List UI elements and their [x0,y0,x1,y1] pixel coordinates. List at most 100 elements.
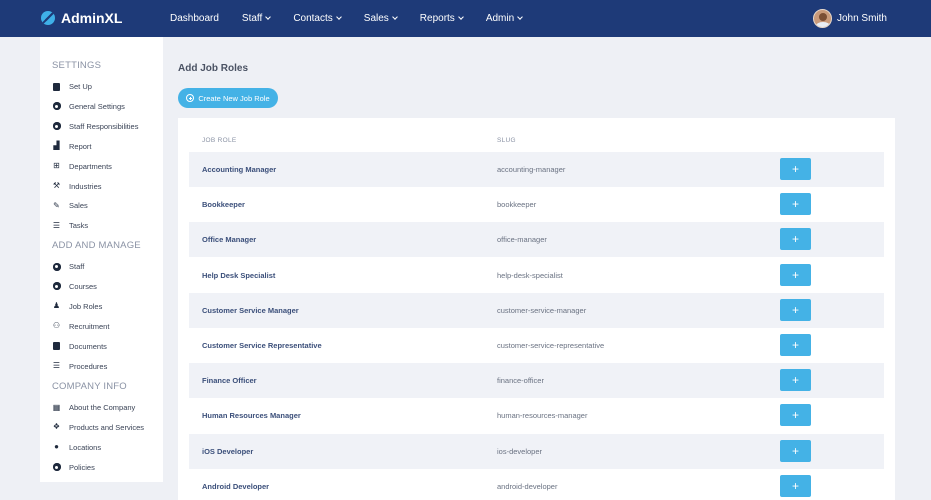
sidebar-item-set-up[interactable]: Set Up [52,82,92,91]
sidebar-item-tasks[interactable]: ☰ Tasks [52,221,88,230]
nav-item-label: Reports [419,13,455,24]
create-job-role-button[interactable]: Create New Job Role [178,88,278,108]
building-icon: ▦ [52,402,61,412]
chevron-down-icon [391,14,398,20]
sidebar-item-staff[interactable]: Staff [52,262,84,271]
slug-cell: human-resources-manager [497,411,588,421]
sidebar-item-label: General Settings [69,101,125,111]
header-slug: SLUG [497,137,516,144]
chevron-down-icon [265,14,272,20]
slug-cell: customer-service-manager [497,305,587,315]
job-role-cell: Office Manager [202,235,257,245]
sidebar-item-courses[interactable]: Courses [52,282,97,291]
user-tie-icon: ♟ [52,301,61,311]
job-role-cell: Finance Officer [202,376,257,386]
table-row: Accounting Manager accounting-manager + [189,152,884,187]
sidebar: SETTINGS Set Up General Settings Staff Resp… [40,37,163,482]
sidebar-section-title: SETTINGS [52,60,102,71]
sidebar-item-products-and-services[interactable]: ❖ Products and Services [52,423,144,432]
sidebar-item-label: Job Roles [69,301,103,311]
nav-item-0[interactable]: Dashboard [170,13,219,24]
nav-item-label: Dashboard [170,13,219,24]
door-icon [52,82,61,91]
gear-icon [52,463,61,472]
sidebar-item-documents[interactable]: Documents [52,342,107,351]
add-button[interactable]: + [780,474,811,497]
boxes-icon: ❖ [52,422,61,432]
nav-item-label: Admin [485,13,515,24]
page-title: Add Job Roles [178,63,249,74]
sidebar-item-label: Recruitment [69,321,110,331]
sidebar-item-departments[interactable]: ⊞ Departments [52,162,112,171]
nav-item-3[interactable]: Sales [363,13,398,24]
table-row: Help Desk Specialist help-desk-specialist… [189,258,884,293]
add-button[interactable]: + [780,439,811,462]
bar-chart-icon: ▟ [53,141,60,151]
add-button[interactable]: + [780,263,811,286]
job-role-cell: Customer Service Manager [202,305,299,315]
main-nav: Dashboard Staff Contacts Sales Reports Admin [170,0,545,37]
slug-cell: bookkeeper [497,200,537,210]
gear-icon [52,282,61,291]
add-button[interactable]: + [780,404,811,427]
brand-logo[interactable]: AdminXL [41,10,122,26]
nav-item-label: Sales [363,13,389,24]
add-button[interactable]: + [780,334,811,356]
nav-item-5[interactable]: Admin [485,13,524,24]
sidebar-item-job-roles[interactable]: ♟ Job Roles [52,302,102,311]
slug-cell: ios-developer [497,446,543,456]
sidebar-item-industries[interactable]: ⚒ Industries [52,182,102,191]
sidebar-item-policies[interactable]: Policies [52,463,95,472]
sidebar-item-label: About the Company [69,403,136,412]
brand-icon [41,11,55,25]
job-role-cell: Help Desk Specialist [202,270,276,280]
sidebar-item-procedures[interactable]: ☰ Procedures [52,362,107,371]
list-icon: ☰ [52,220,61,230]
job-role-cell: Accounting Manager [202,165,277,174]
table-row: Human Resources Manager human-resources-m… [189,398,884,433]
slug-cell: customer-service-representative [497,341,605,350]
sidebar-item-label: Set Up [69,82,92,91]
industry-icon: ⚒ [52,181,61,190]
sidebar-item-report[interactable]: ▟ Report [52,141,91,151]
nav-item-label: Staff [241,13,263,24]
add-button[interactable]: + [780,369,811,392]
chevron-down-icon [517,14,524,20]
sidebar-item-locations[interactable]: ● Locations [52,443,101,452]
add-button[interactable]: + [780,193,811,216]
brand-name: AdminXL [61,10,123,26]
sidebar-item-sales[interactable]: ✎ Sales [52,201,88,210]
sidebar-item-staff-responsibilities[interactable]: Staff Responsibilities [52,122,138,131]
sidebar-item-recruitment[interactable]: ⚇ Recruitment [52,321,110,331]
sidebar-item-label: Policies [69,462,95,472]
add-button[interactable]: + [780,298,811,321]
slug-cell: android-developer [497,481,558,491]
sidebar-section-title: COMPANY INFO [52,381,127,392]
create-job-role-label: Create New Job Role [198,93,270,103]
handshake-icon: ✎ [53,200,60,210]
sidebar-item-label: Products and Services [69,422,145,432]
gear-icon [52,122,61,131]
map-pin-icon: ● [54,442,59,452]
chevron-down-icon [457,14,464,20]
add-button[interactable]: + [780,158,811,180]
nav-item-4[interactable]: Reports [419,13,464,24]
sidebar-item-label: Staff Responsibilities [69,121,139,131]
nav-item-1[interactable]: Staff [241,13,272,24]
job-role-cell: iOS Developer [202,446,254,456]
table-row: Bookkeeper bookkeeper + [189,187,884,222]
sidebar-section-title: ADD AND MANAGE [52,240,141,251]
sidebar-item-label: Staff [69,262,85,271]
sidebar-item-general-settings[interactable]: General Settings [52,102,125,111]
sidebar-item-label: Tasks [69,221,89,231]
top-navbar: AdminXL Dashboard Staff Contacts Sales Repor… [0,0,931,37]
sitemap-icon: ⊞ [53,161,60,171]
sidebar-item-about-the-company[interactable]: ▦ About the Company [52,402,136,412]
job-role-cell: Customer Service Representative [202,341,322,350]
add-button[interactable]: + [780,228,811,251]
user-menu[interactable]: John Smith [812,9,887,28]
users-icon: ⚇ [52,321,61,331]
nav-item-2[interactable]: Contacts [293,13,342,24]
sidebar-item-label: Procedures [69,361,108,371]
header-job-role: JOB ROLE [202,137,237,144]
